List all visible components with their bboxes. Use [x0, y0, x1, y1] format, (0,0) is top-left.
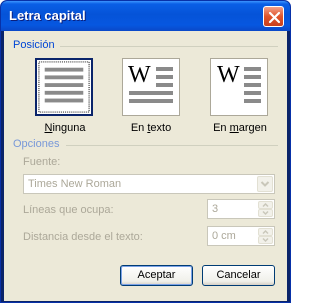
distancia-label: Distancia desde el texto:	[23, 231, 143, 243]
posicion-divider	[60, 46, 278, 47]
ninguna-label-rest: inguna	[52, 122, 86, 134]
distancia-value: 0 cm	[212, 230, 236, 242]
texto-label-pre: En	[130, 122, 148, 134]
no-dropcap-icon	[38, 61, 90, 113]
texto-label-rest: exto	[150, 122, 172, 134]
opciones-divider	[66, 145, 278, 146]
dialog-title: Letra capital	[9, 8, 86, 23]
option-ninguna[interactable]	[35, 58, 93, 116]
margen-mnemonic: m	[229, 122, 239, 134]
option-en-texto[interactable]: W	[122, 58, 180, 116]
distancia-decrease-button[interactable]	[258, 236, 273, 244]
arrow-down-icon	[262, 237, 269, 243]
close-icon	[268, 11, 281, 24]
option-ninguna-label: Ninguna	[35, 122, 95, 134]
distancia-increase-button[interactable]	[258, 228, 273, 236]
dialog-body: Posición Ninguna W En texto W En margen …	[4, 31, 287, 301]
option-en-margen[interactable]: W	[210, 58, 268, 116]
fuente-value: Times New Roman	[28, 178, 122, 190]
lineas-decrease-button[interactable]	[258, 209, 273, 217]
distancia-spin-buttons	[258, 228, 273, 244]
fuente-label: Fuente:	[23, 156, 61, 168]
dropcap-glyph-texto: W	[128, 62, 151, 88]
cancel-button[interactable]: Cancelar	[202, 265, 275, 286]
opciones-group-label: Opciones	[13, 138, 60, 150]
lineas-label: Líneas que ocupa:	[23, 204, 114, 216]
arrow-down-icon	[262, 210, 269, 216]
posicion-group-label: Posición	[13, 39, 55, 51]
margen-label-pre: En	[213, 122, 230, 134]
dropcap-glyph-margen: W	[217, 62, 240, 88]
lineas-value: 3	[212, 203, 219, 215]
option-en-margen-label: En margen	[207, 122, 273, 134]
lineas-increase-button[interactable]	[258, 201, 273, 209]
title-bar[interactable]: Letra capital	[1, 1, 290, 31]
accept-button[interactable]: Aceptar	[120, 265, 193, 286]
arrow-up-icon	[262, 229, 269, 235]
close-button[interactable]	[263, 6, 284, 27]
chevron-down-icon	[260, 181, 270, 187]
distancia-spinner[interactable]: 0 cm	[207, 226, 275, 246]
lineas-spin-buttons	[258, 201, 273, 217]
arrow-up-icon	[262, 202, 269, 208]
dialog-window: Letra capital Posición Ninguna W En text…	[0, 0, 291, 303]
option-en-texto-label: En texto	[121, 122, 181, 134]
fuente-select[interactable]: Times New Roman	[23, 174, 275, 194]
lineas-spinner[interactable]: 3	[207, 199, 275, 219]
margen-label-rest: argen	[238, 122, 267, 134]
fuente-dropdown-button[interactable]	[257, 176, 273, 192]
